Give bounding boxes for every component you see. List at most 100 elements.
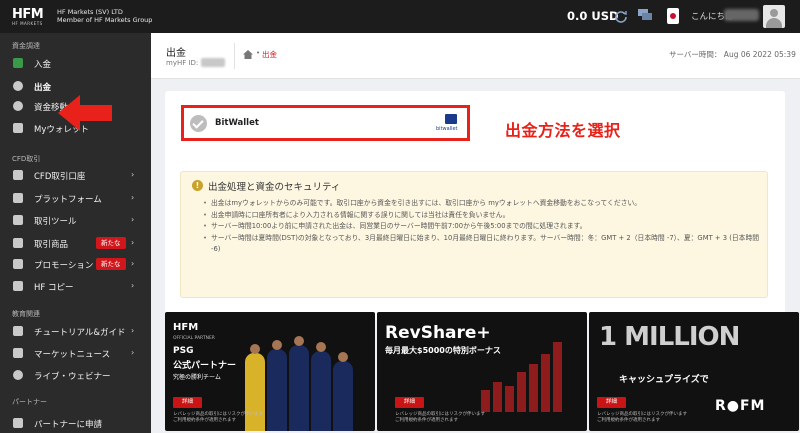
webinar-icon: [13, 370, 23, 380]
notice-line: サーバー時間は夏時間(DST)の対象となっており、3月最終日曜日に始まり、10月…: [203, 233, 763, 256]
red-arrow-annotation: [58, 95, 112, 131]
hfm-banner-logo: HFM: [173, 322, 199, 333]
bitwallet-logo: bitwallet: [436, 114, 464, 136]
breadcrumb-separator: •: [256, 49, 261, 57]
details-button[interactable]: 詳細: [395, 397, 424, 408]
notice-line: サーバー時間10:00より前に申請された出金は、同営業日のサーバー時間午前7:0…: [203, 221, 763, 233]
tutorial-icon: [13, 326, 23, 336]
sidebar-item-label: マーケットニュース: [34, 350, 111, 360]
transfer-icon: [13, 101, 23, 111]
company-line-1: HF Markets (SV) LTD: [57, 8, 123, 16]
chevron-right-icon: ›: [131, 170, 135, 179]
top-bar: HFM HF MARKETS HF Markets (SV) LTD Membe…: [0, 0, 800, 33]
chevron-right-icon: ›: [131, 193, 135, 202]
sidebar-item-cfd-account[interactable]: CFD取引口座 ›: [0, 165, 151, 185]
warning-icon: !: [192, 180, 203, 191]
company-line-2: Member of HF Markets Group: [57, 16, 153, 24]
username-redacted: [724, 9, 759, 21]
chevron-right-icon: ›: [131, 326, 135, 335]
sidebar-item-tools[interactable]: 取引ツール ›: [0, 210, 151, 230]
platform-icon: [13, 193, 23, 203]
sidebar-item-promotion[interactable]: プロモーション 新たな ›: [0, 254, 151, 274]
notice-line: 出金申請時に口座所有者により入力される情報に関する誤りに関しては当社は責任を負い…: [203, 210, 763, 222]
tools-icon: [13, 215, 23, 225]
banner-header: OFFICIAL PARTNER: [173, 336, 215, 341]
details-button[interactable]: 詳細: [173, 397, 202, 408]
section-partner: パートナー: [12, 398, 47, 406]
breadcrumb-current[interactable]: 出金: [262, 49, 277, 60]
security-notice: ! 出金処理と資金のセキュリティ 出金はmyウォレットからのみ可能です。取引口座…: [180, 171, 768, 298]
sidebar-item-partner-apply[interactable]: パートナーに申請: [0, 413, 151, 433]
sidebar-item-label: 出金: [34, 83, 52, 93]
wallet-icon: [13, 123, 23, 133]
sidebar-item-label: HF コピー: [34, 283, 74, 293]
details-button[interactable]: 詳細: [597, 397, 626, 408]
sidebar-item-label: ライブ・ウェビナー: [34, 372, 111, 382]
home-icon[interactable]: [243, 50, 253, 59]
section-funding: 資金調達: [12, 42, 40, 50]
products-icon: [13, 238, 23, 248]
sidebar-item-deposit[interactable]: 入金: [0, 53, 151, 73]
sidebar-item-label: 取引ツール: [34, 217, 77, 227]
page-title: 出金: [166, 48, 186, 59]
banner-subtitle: 公式パートナー: [173, 361, 237, 371]
sidebar-item-label: プラットフォーム: [34, 195, 102, 205]
banner-psg[interactable]: HFM OFFICIAL PARTNER PSG 公式パートナー 究極の勝利チー…: [165, 312, 375, 431]
sidebar-item-label: CFD取引口座: [34, 172, 86, 182]
chart-bars-image: [477, 332, 577, 412]
sidebar-item-products[interactable]: 取引商品 新たな ›: [0, 233, 151, 253]
balance-display: 0.0 USD: [567, 9, 619, 23]
hfm-logo[interactable]: HFM HF MARKETS HF Markets (SV) LTD Membe…: [12, 5, 162, 27]
sidebar-item-hf-copy[interactable]: HF コピー ›: [0, 276, 151, 296]
deposit-icon: [13, 58, 23, 68]
banner-million[interactable]: 1 MILLION キャッシュプライズで R●FM 詳細 レバレッジ商品の取引に…: [589, 312, 799, 431]
chevron-right-icon: ›: [131, 259, 135, 268]
sidebar-item-platform[interactable]: プラットフォーム ›: [0, 188, 151, 208]
chevron-right-icon: ›: [131, 348, 135, 357]
copy-icon: [13, 281, 23, 291]
logo-mark: HFM: [12, 7, 44, 22]
myhf-id-redacted: [201, 58, 225, 67]
chat-icon[interactable]: [637, 8, 653, 22]
japan-flag-icon[interactable]: [667, 8, 679, 24]
banner-title: RevShare+: [385, 323, 491, 343]
banner-disclaimer: レバレッジ商品の取引にはリスクが伴います ご利用規約条件が適用されます: [597, 412, 687, 423]
sidebar-item-tutorial[interactable]: チュートリアル&ガイド ›: [0, 321, 151, 341]
company-name: HF Markets (SV) LTD Member of HF Markets…: [57, 8, 152, 24]
banner-revshare[interactable]: RevShare+ 毎月最大$5000の特別ボーナス 詳細 レバレッジ商品の取引…: [377, 312, 587, 431]
banner-title: 1 MILLION: [599, 322, 740, 352]
page-header: 出金 myHF ID: • 出金 サーバー時間： Aug 06 2022 05:…: [151, 33, 800, 79]
refresh-icon[interactable]: [614, 9, 628, 23]
myhf-id-label: myHF ID:: [166, 59, 199, 67]
withdraw-icon: [13, 81, 23, 91]
header-divider: [234, 43, 235, 69]
payment-method-bitwallet[interactable]: BitWallet bitwallet: [181, 105, 470, 141]
logo-sub: HF MARKETS: [12, 21, 43, 26]
promo-icon: [13, 259, 23, 269]
new-badge: 新たな: [96, 237, 126, 249]
notice-title: 出金処理と資金のセキュリティ: [208, 182, 341, 193]
payment-method-name: BitWallet: [215, 118, 259, 128]
withdraw-card: BitWallet bitwallet 出金方法を選択 ! 出金処理と資金のセキ…: [165, 91, 785, 320]
sidebar-item-label: チュートリアル&ガイド: [34, 328, 126, 338]
select-method-annotation: 出金方法を選択: [505, 121, 621, 140]
chevron-right-icon: ›: [131, 281, 135, 290]
partner-icon: [13, 418, 23, 428]
banner-tagline: 究極の勝利チーム: [173, 374, 221, 381]
bitwallet-logo-text: bitwallet: [436, 126, 458, 132]
sidebar-item-label: パートナーに申請: [34, 420, 103, 430]
banner-subtitle: 毎月最大$5000の特別ボーナス: [385, 346, 501, 355]
sidebar-item-label: 取引商品: [34, 240, 69, 250]
grid-icon: [13, 170, 23, 180]
notice-line: 出金はmyウォレットからのみ可能です。取引口座から資金を引き出すには、取引口座か…: [203, 198, 763, 210]
banner-disclaimer: レバレッジ商品の取引にはリスクが伴います ご利用規約条件が適用されます: [173, 412, 263, 423]
section-cfd: CFD取引: [12, 155, 41, 163]
banner-brand: R●FM: [715, 398, 766, 414]
sidebar-item-webinar[interactable]: ライブ・ウェビナー: [0, 365, 151, 385]
avatar[interactable]: [763, 5, 785, 28]
chevron-right-icon: ›: [131, 238, 135, 247]
sidebar: 資金調達 入金 出金 資金移動 Myウォレット CFD取引 CFD取引口座 › …: [0, 33, 151, 433]
banner-subtitle: キャッシュプライズで: [619, 375, 709, 385]
sidebar-item-market-news[interactable]: マーケットニュース ›: [0, 343, 151, 363]
banner-disclaimer: レバレッジ商品の取引にはリスクが伴います ご利用規約条件が適用されます: [395, 412, 485, 423]
